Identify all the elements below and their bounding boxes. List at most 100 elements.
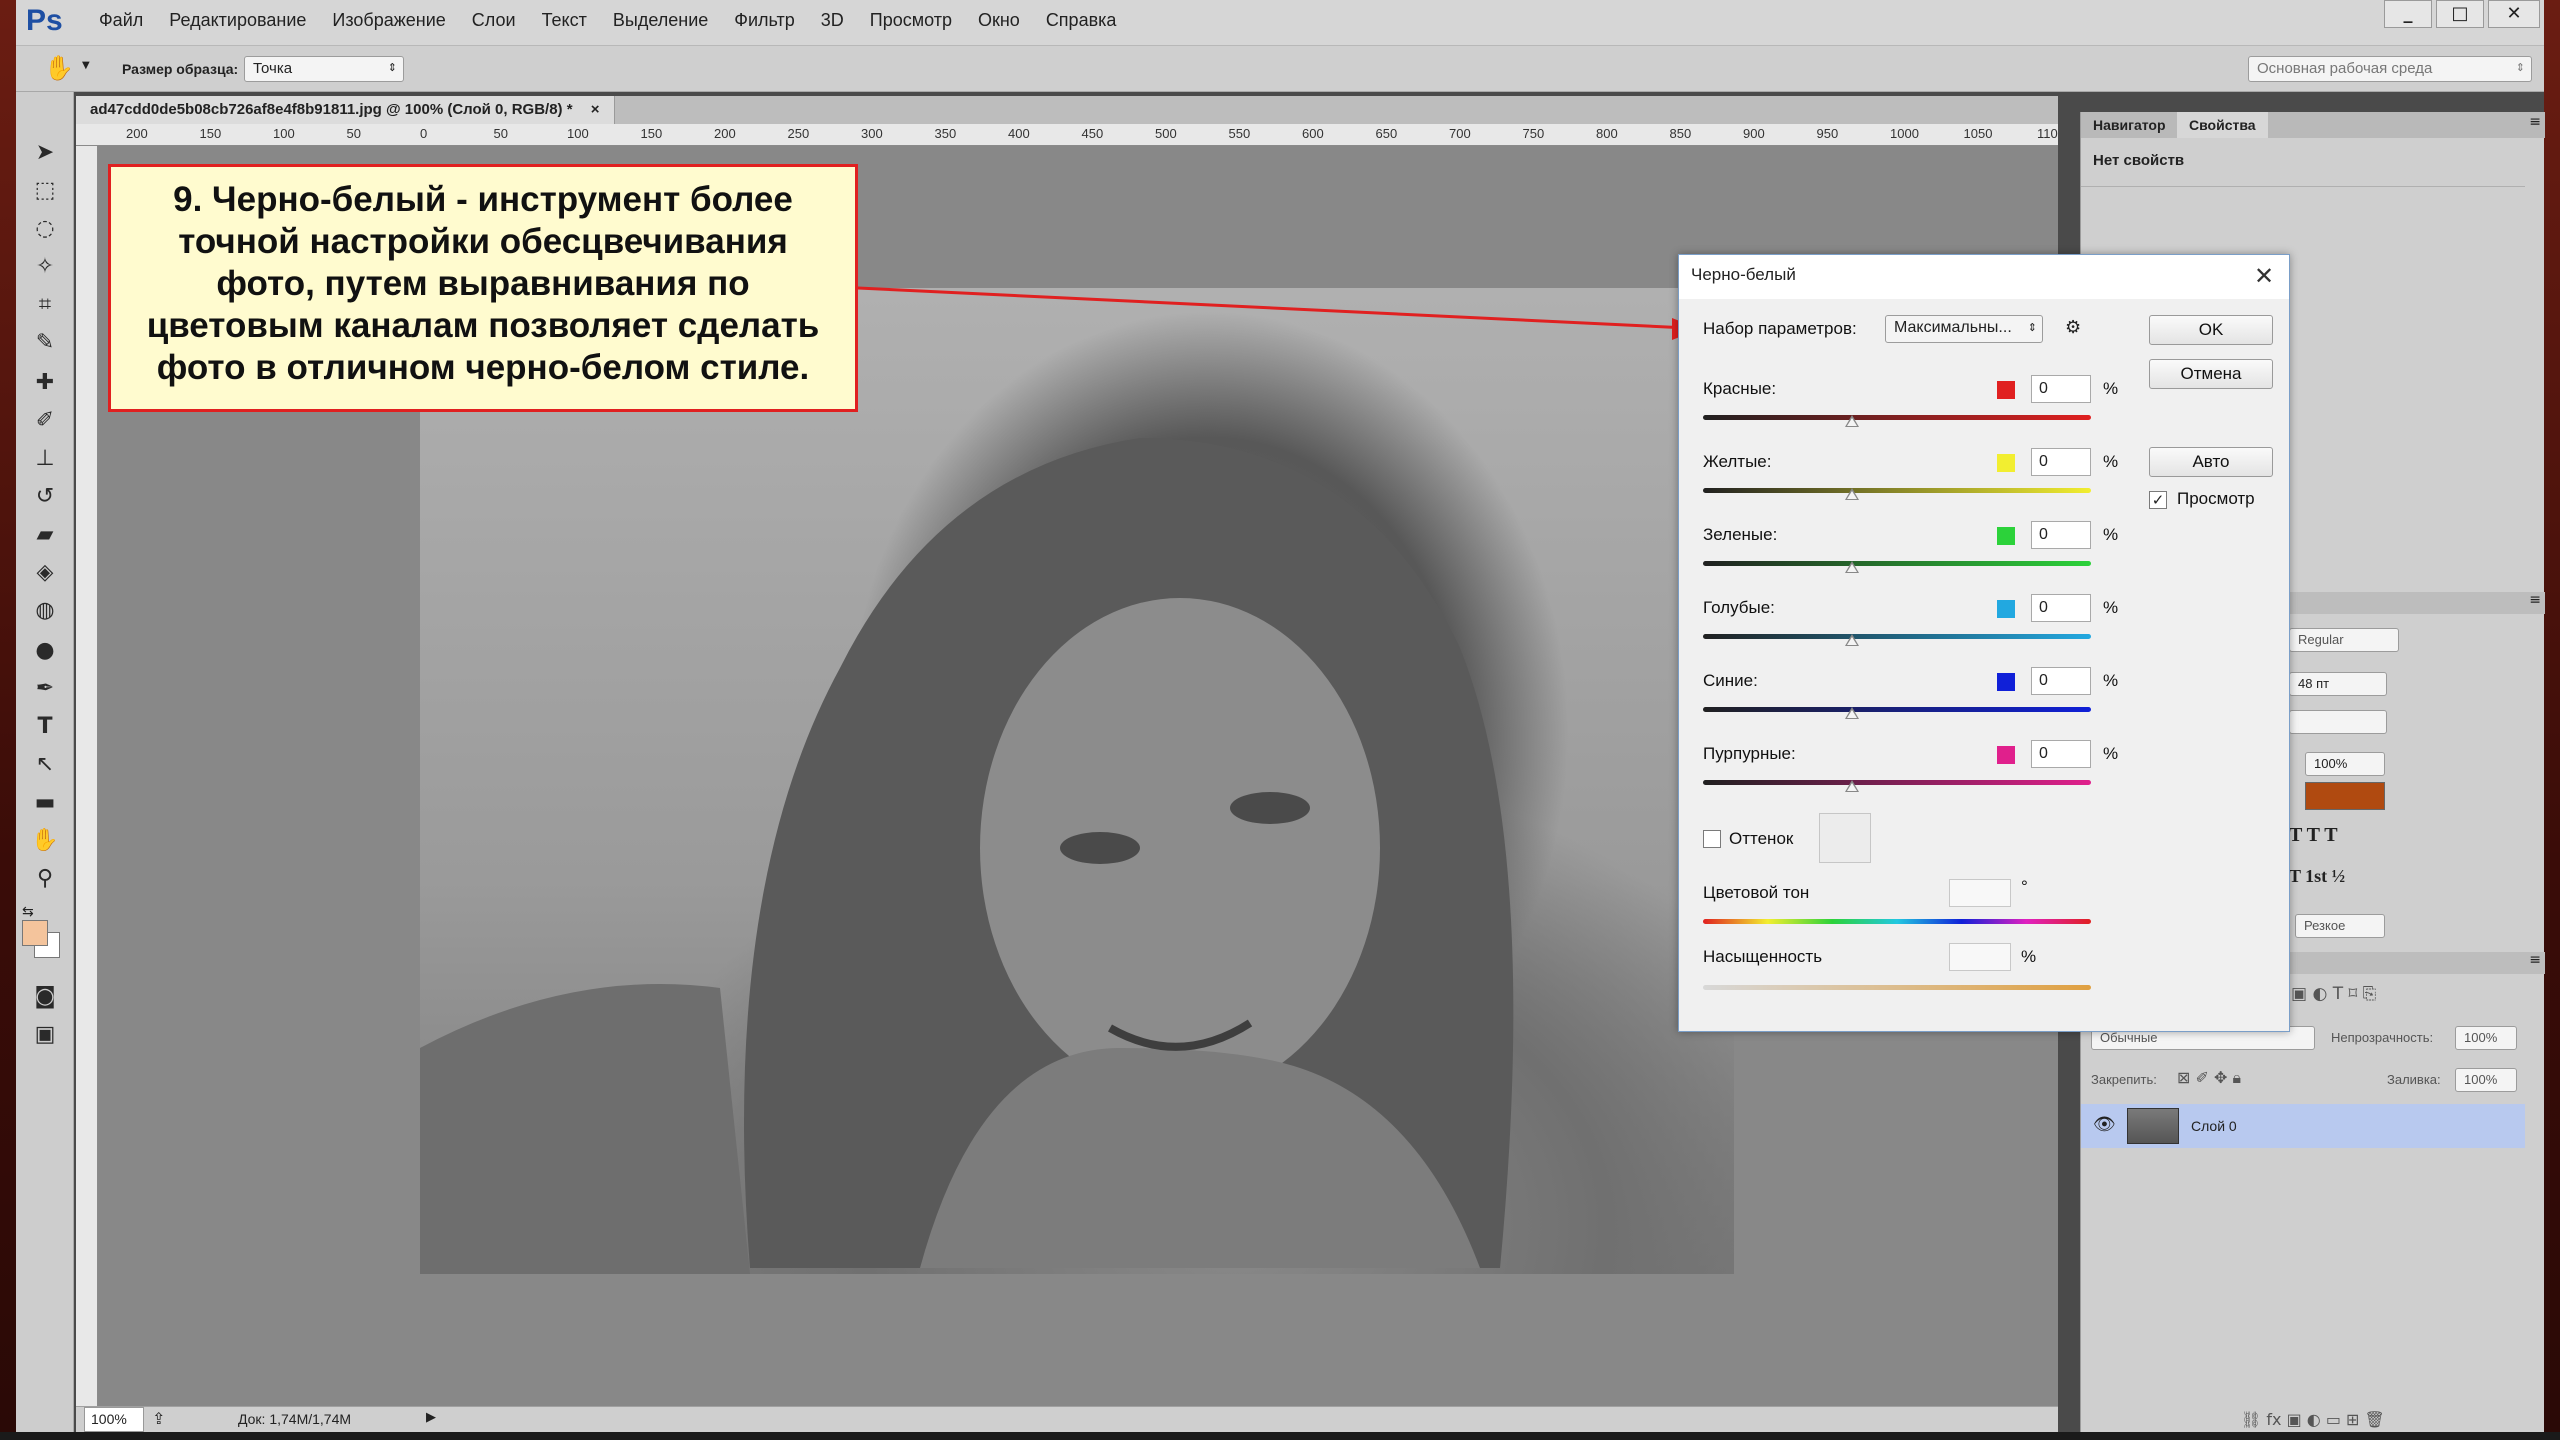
layers-footer-icons[interactable]: ⛓ fx ▣ ◐ ▭ ⊞ 🗑︎	[2241, 1410, 2385, 1429]
maximize-button[interactable]: □	[2436, 0, 2484, 28]
paint-bucket-tool-icon[interactable]: ◈	[30, 558, 60, 588]
channel-value-field[interactable]: 0	[2031, 594, 2091, 622]
menu-image[interactable]: Изображение	[319, 10, 458, 31]
minimize-button[interactable]: _	[2384, 0, 2432, 28]
dodge-tool-icon[interactable]: ●	[30, 636, 60, 666]
status-menu-arrow-icon[interactable]: ▶	[426, 1410, 436, 1425]
text-style-icons[interactable]: T T T	[2289, 824, 2338, 847]
lasso-tool-icon[interactable]: ◌	[30, 214, 60, 244]
saturation-field[interactable]	[1949, 943, 2011, 971]
crop-tool-icon[interactable]: ⌗	[30, 290, 60, 320]
menu-3d[interactable]: 3D	[808, 10, 857, 31]
quick-select-tool-icon[interactable]: ✧	[30, 252, 60, 282]
percent-sign: %	[2103, 525, 2119, 544]
marquee-tool-icon[interactable]: ⬚	[30, 176, 60, 206]
path-selection-tool-icon[interactable]: ↖	[30, 750, 60, 780]
menu-type[interactable]: Текст	[529, 10, 600, 31]
channel-slider-track[interactable]	[1703, 634, 2091, 639]
channel-value-field[interactable]: 0	[2031, 521, 2091, 549]
eraser-tool-icon[interactable]: ▰	[30, 520, 60, 550]
menu-filter[interactable]: Фильтр	[721, 10, 807, 31]
leading-select[interactable]	[2289, 710, 2387, 734]
panel-menu-icon[interactable]: ≡	[2529, 114, 2541, 130]
move-tool-icon[interactable]: ➤	[30, 138, 60, 168]
channel-slider-track[interactable]	[1703, 780, 2091, 785]
default-colors-icon[interactable]: ⇆	[22, 904, 34, 920]
cancel-button[interactable]: Отмена	[2149, 359, 2273, 389]
menu-view[interactable]: Просмотр	[857, 10, 965, 31]
menu-window[interactable]: Окно	[965, 10, 1033, 31]
lock-icons[interactable]: ⊠ ✐ ✥ 🔒︎	[2177, 1068, 2241, 1088]
close-tab-icon[interactable]: ×	[591, 101, 600, 118]
text-color-swatch[interactable]	[2305, 782, 2385, 810]
channel-slider-track[interactable]	[1703, 561, 2091, 566]
tab-navigator[interactable]: Навигатор	[2081, 112, 2178, 138]
scale-field[interactable]: 100%	[2305, 752, 2385, 776]
channel-slider-thumb[interactable]	[1845, 415, 1859, 427]
brush-tool-icon[interactable]: ✐	[30, 406, 60, 436]
history-brush-tool-icon[interactable]: ↺	[30, 482, 60, 512]
ok-button[interactable]: OK	[2149, 315, 2273, 345]
healing-brush-tool-icon[interactable]: ✚	[30, 368, 60, 398]
menu-select[interactable]: Выделение	[600, 10, 721, 31]
channel-slider-track[interactable]	[1703, 415, 2091, 420]
blur-tool-icon[interactable]: ◍	[30, 596, 60, 626]
eyedropper-tool-icon[interactable]: ✋	[44, 54, 80, 84]
hue-slider-track[interactable]	[1703, 919, 2091, 924]
channel-value-field[interactable]: 0	[2031, 448, 2091, 476]
saturation-slider-track[interactable]	[1703, 985, 2091, 990]
preview-checkbox[interactable]: ✓	[2149, 491, 2167, 509]
channel-slider-thumb[interactable]	[1845, 780, 1859, 792]
menu-help[interactable]: Справка	[1033, 10, 1130, 31]
panel-menu-icon[interactable]: ≡	[2529, 592, 2541, 608]
dialog-close-icon[interactable]: ✕	[2249, 261, 2279, 291]
channel-slider-track[interactable]	[1703, 707, 2091, 712]
tint-color-swatch[interactable]	[1819, 813, 1871, 863]
export-icon[interactable]: ⇪	[152, 1409, 165, 1428]
menu-edit[interactable]: Редактирование	[156, 10, 319, 31]
workspace-select[interactable]: Основная рабочая среда ⇕	[2248, 56, 2532, 82]
channel-slider-thumb[interactable]	[1845, 488, 1859, 500]
font-style-select[interactable]: Regular	[2289, 628, 2399, 652]
preset-options-gear-icon[interactable]: ⚙	[2065, 317, 2081, 338]
screen-mode-icon[interactable]: ▣	[30, 1020, 60, 1050]
visibility-eye-icon[interactable]: 👁︎	[2093, 1114, 2116, 1135]
quick-mask-icon[interactable]: ◙	[30, 982, 60, 1012]
tool-preset-chevron-icon[interactable]: ▼	[82, 60, 90, 71]
fill-field[interactable]: 100%	[2455, 1068, 2517, 1092]
channel-value-field[interactable]: 0	[2031, 375, 2091, 403]
channel-value-field[interactable]: 0	[2031, 667, 2091, 695]
channel-slider-thumb[interactable]	[1845, 561, 1859, 573]
channel-slider-thumb[interactable]	[1845, 707, 1859, 719]
menu-file[interactable]: Файл	[86, 10, 156, 31]
stamp-tool-icon[interactable]: ⊥	[30, 444, 60, 474]
opentype-icons[interactable]: T 1st ½	[2289, 866, 2345, 887]
close-window-button[interactable]: ✕	[2488, 0, 2540, 28]
layer-name[interactable]: Слой 0	[2191, 1118, 2237, 1134]
panel-menu-icon[interactable]: ≡	[2529, 952, 2541, 968]
layer-filter-icons[interactable]: ▣ ◐ T ⌑ ⎘	[2291, 984, 2376, 1004]
menu-layers[interactable]: Слои	[459, 10, 529, 31]
eyedropper-tool-icon[interactable]: ✎	[30, 328, 60, 358]
document-tab[interactable]: ad47cdd0de5b08cb726af8e4f8b91811.jpg @ 1…	[76, 96, 615, 124]
type-tool-icon[interactable]: T	[30, 712, 60, 742]
pen-tool-icon[interactable]: ✒	[30, 674, 60, 704]
opacity-field[interactable]: 100%	[2455, 1026, 2517, 1050]
foreground-color-swatch[interactable]	[22, 920, 48, 946]
hue-field[interactable]	[1949, 879, 2011, 907]
auto-button[interactable]: Авто	[2149, 447, 2273, 477]
hand-tool-icon[interactable]: ✋	[30, 826, 60, 856]
font-size-select[interactable]: 48 пт	[2289, 672, 2387, 696]
zoom-tool-icon[interactable]: ⚲	[30, 864, 60, 894]
channel-value-field[interactable]: 0	[2031, 740, 2091, 768]
layer-row[interactable]: 👁︎ Слой 0	[2081, 1104, 2525, 1148]
zoom-field[interactable]: 100%	[84, 1407, 144, 1432]
tint-checkbox[interactable]	[1703, 830, 1721, 848]
tab-properties[interactable]: Свойства	[2177, 112, 2268, 138]
sample-size-select[interactable]: Точка ⇕	[244, 56, 404, 82]
channel-slider-track[interactable]	[1703, 488, 2091, 493]
antialias-select[interactable]: Резкое	[2295, 914, 2385, 938]
preset-select[interactable]: Максимальны... ⇕	[1885, 315, 2043, 343]
shape-tool-icon[interactable]: ▬	[30, 788, 60, 818]
channel-slider-thumb[interactable]	[1845, 634, 1859, 646]
